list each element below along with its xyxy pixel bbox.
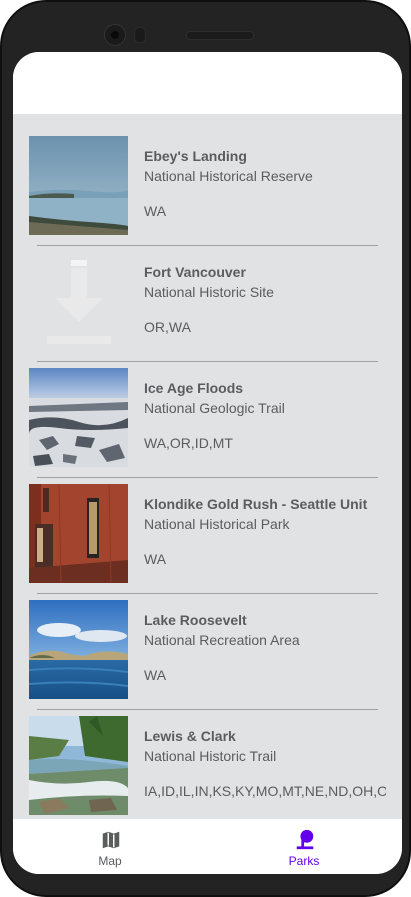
park-states: OR,WA	[144, 319, 191, 335]
list-item[interactable]: Ebey's Landing National Historical Reser…	[13, 114, 402, 246]
bottom-navigation: Map Parks	[13, 819, 402, 874]
park-thumbnail	[29, 368, 128, 467]
parks-icon	[296, 829, 314, 850]
park-thumbnail	[29, 136, 128, 235]
nav-label-parks: Parks	[288, 854, 320, 868]
nav-item-map[interactable]: Map	[13, 819, 207, 874]
park-name: Lewis & Clark	[144, 728, 236, 744]
park-designation: National Historical Reserve	[144, 168, 313, 184]
list-item[interactable]: Klondike Gold Rush - Seattle Unit Nation…	[13, 462, 402, 594]
proximity-sensor	[134, 27, 146, 43]
park-states: IA,ID,IL,IN,KS,KY,MO,MT,NE,ND,OH,OR,P	[144, 783, 386, 799]
list-item[interactable]: Lewis & Clark National Historic Trail IA…	[13, 694, 402, 815]
park-thumbnail	[29, 716, 128, 815]
nav-item-parks[interactable]: Parks	[207, 819, 401, 874]
phone-frame: Ebey's Landing National Historical Reser…	[0, 0, 411, 897]
park-name: Ebey's Landing	[144, 148, 247, 164]
park-designation: National Historic Site	[144, 284, 274, 300]
park-designation: National Geologic Trail	[144, 400, 285, 416]
park-thumbnail	[29, 252, 128, 351]
park-name: Klondike Gold Rush - Seattle Unit	[144, 496, 368, 512]
list-item[interactable]: Fort Vancouver National Historic Site OR…	[13, 230, 402, 362]
coastal-bay-photo	[29, 136, 128, 235]
list-item[interactable]: Ice Age Floods National Geologic Trail W…	[13, 346, 402, 478]
download-placeholder-icon	[29, 252, 128, 351]
list-item[interactable]: Lake Roosevelt National Recreation Area …	[13, 578, 402, 710]
front-camera-icon	[104, 24, 126, 46]
map-icon	[102, 831, 120, 849]
earpiece-speaker	[186, 31, 254, 40]
park-designation: National Historical Park	[144, 516, 290, 532]
park-thumbnail	[29, 484, 128, 583]
app-bar	[13, 52, 402, 114]
nav-label-map: Map	[98, 854, 122, 868]
brick-building-photo	[29, 484, 128, 583]
park-designation: National Historic Trail	[144, 748, 277, 764]
lake-photo	[29, 600, 128, 699]
park-designation: National Recreation Area	[144, 632, 300, 648]
parks-list[interactable]: Ebey's Landing National Historical Reser…	[13, 114, 402, 819]
park-name: Ice Age Floods	[144, 380, 244, 396]
park-name: Fort Vancouver	[144, 264, 246, 280]
app-screen: Ebey's Landing National Historical Reser…	[13, 52, 402, 874]
snowy-plateau-photo	[29, 368, 128, 467]
park-thumbnail	[29, 600, 128, 699]
park-states: WA	[144, 667, 167, 683]
park-name: Lake Roosevelt	[144, 612, 247, 628]
river-falls-photo	[29, 716, 128, 815]
park-states: WA,OR,ID,MT	[144, 435, 233, 451]
park-states: WA	[144, 551, 167, 567]
park-states: WA	[144, 203, 167, 219]
